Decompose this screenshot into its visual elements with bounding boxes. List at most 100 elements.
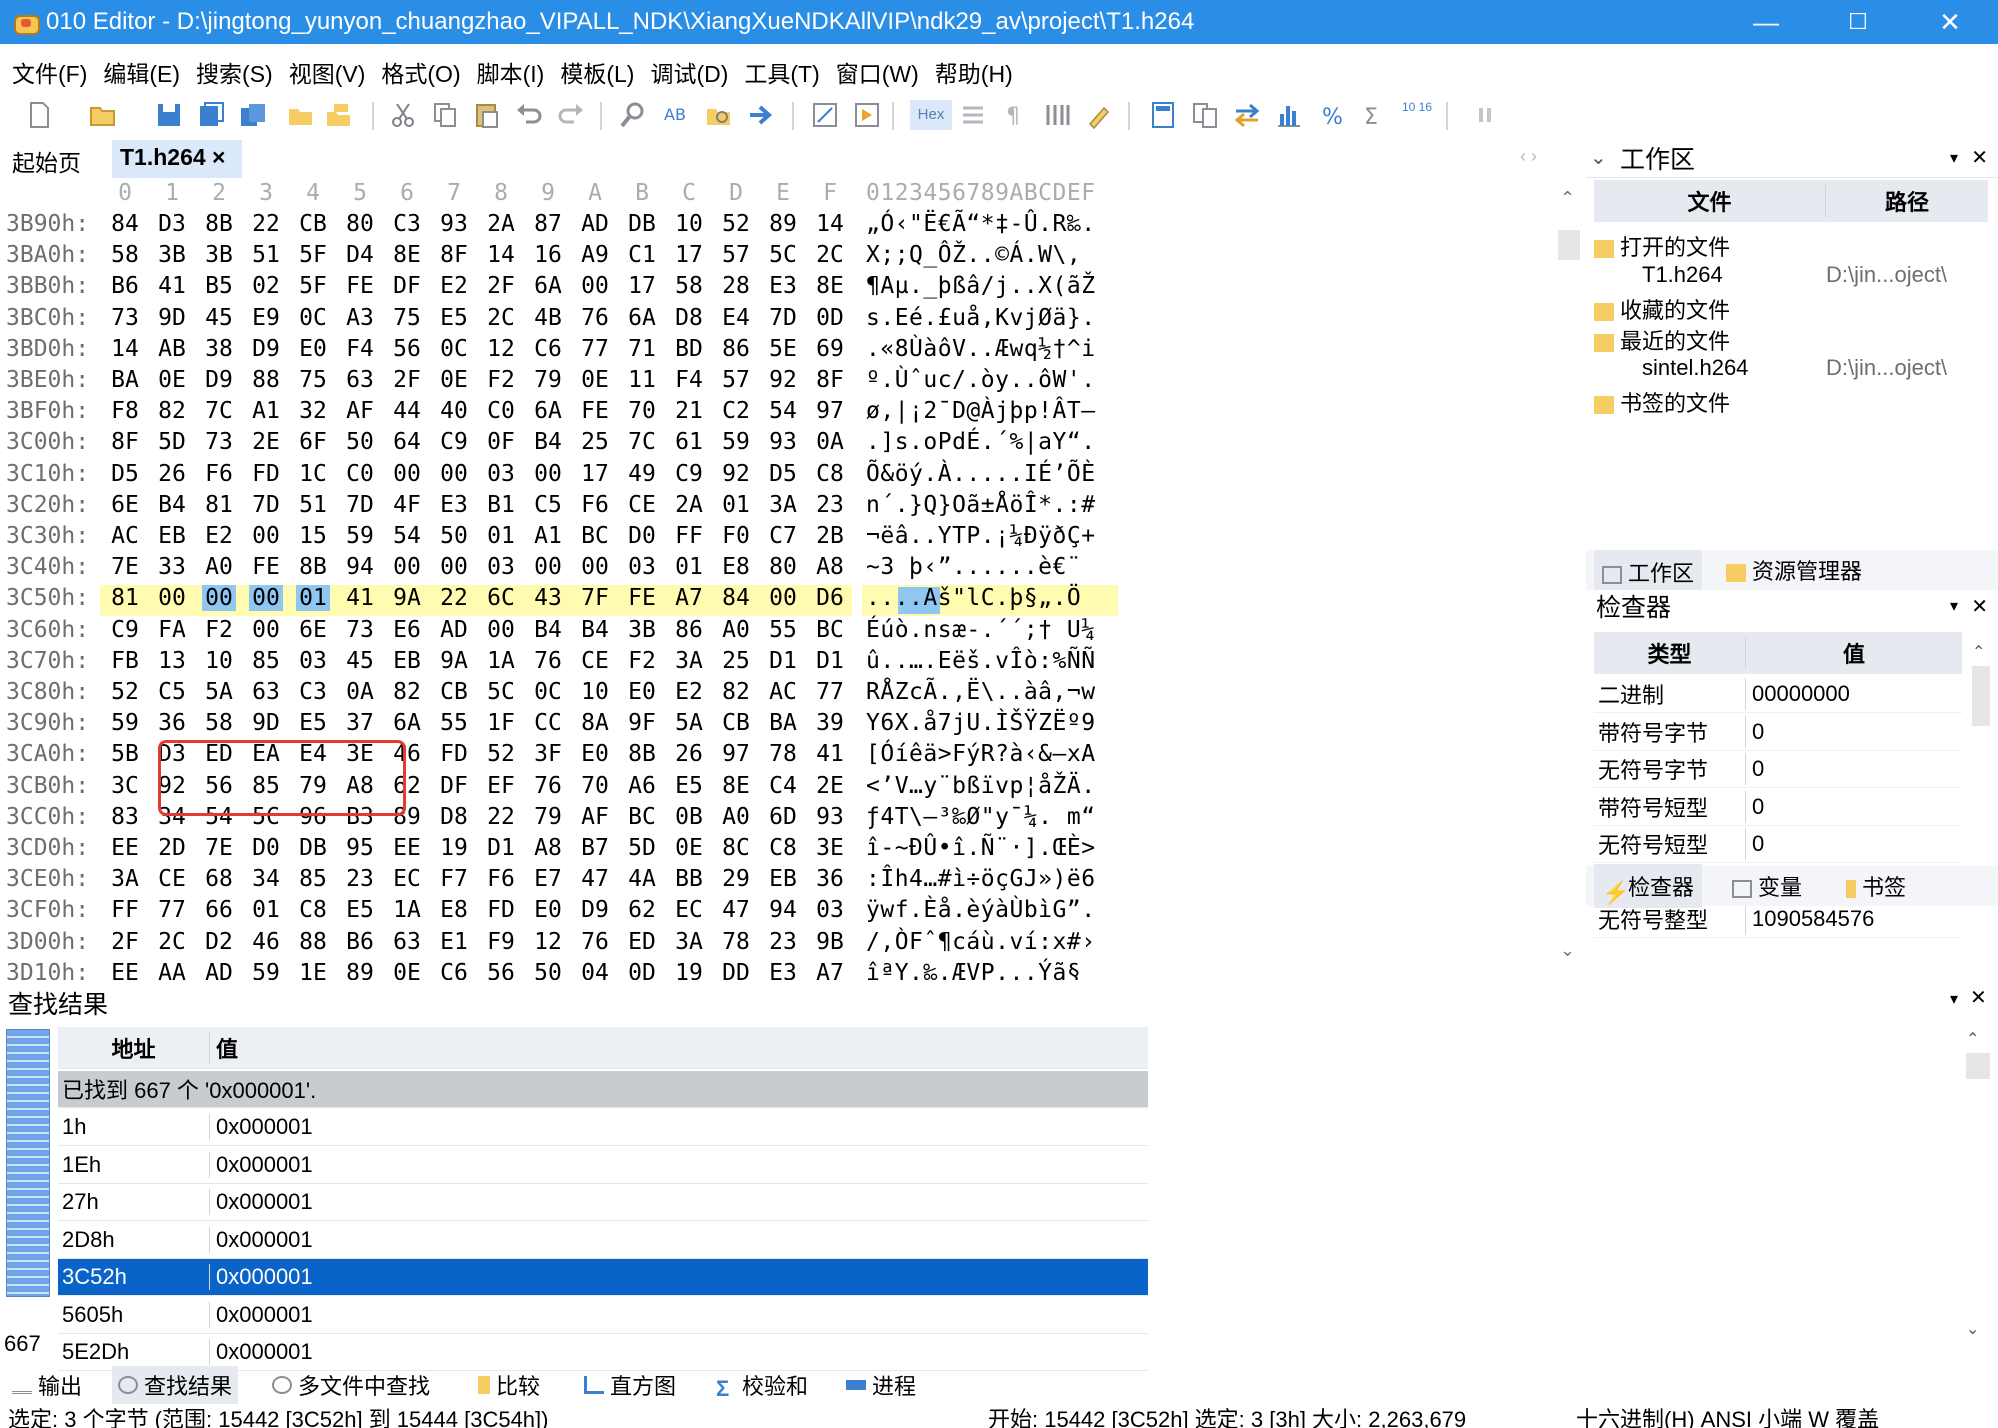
menu-edit[interactable]: 编辑(E) xyxy=(99,55,192,89)
hex-byte[interactable]: 3A xyxy=(672,648,706,674)
redo-icon[interactable] xyxy=(556,100,586,130)
hex-row[interactable]: 3C00h: 8F 5D 73 2E 6F 50 64 C9 0F B4 25 7C 61 59 93 0A.]… xyxy=(0,429,1560,460)
hex-byte[interactable]: A1 xyxy=(531,523,565,549)
hex-byte[interactable]: F7 xyxy=(437,866,471,892)
columns-icon[interactable] xyxy=(1042,100,1072,130)
inspector-row[interactable]: 无符号短型 0 xyxy=(1594,826,1962,863)
hex-byte[interactable]: 49 xyxy=(625,461,659,487)
hex-text[interactable]: „Ó‹"Ë€Ã“*‡-Û.R‰. xyxy=(866,211,1096,237)
hex-byte[interactable]: E2 xyxy=(672,679,706,705)
hex-byte[interactable]: B6 xyxy=(343,929,377,955)
hex-byte[interactable]: 7D xyxy=(766,305,800,331)
hex-byte[interactable]: 69 xyxy=(813,336,847,362)
hex-byte[interactable]: DB xyxy=(296,835,330,861)
hex-row[interactable]: 3C90h: 59 36 58 9D E5 37 6A 55 1F CC 8A 9F 5A CB BA 39 Y6… xyxy=(0,710,1560,741)
hex-row[interactable]: 3BE0h: BA 0E D9 88 75 63 2F 0E F2 79 0E 11 F4 57 92 8F º.… xyxy=(0,367,1560,398)
find-result-row[interactable]: 2D8h 0x000001 xyxy=(58,1222,1148,1259)
hex-byte[interactable]: 12 xyxy=(531,929,565,955)
hex-byte[interactable]: CC xyxy=(531,710,565,736)
hex-byte[interactable]: 1F xyxy=(484,710,518,736)
hex-byte[interactable]: A8 xyxy=(531,835,565,861)
hex-byte[interactable]: E5 xyxy=(672,773,706,799)
hex-byte[interactable]: 78 xyxy=(766,741,800,767)
menu-file[interactable]: 文件(F) xyxy=(8,55,99,89)
hex-byte[interactable]: 63 xyxy=(249,679,283,705)
hex-byte[interactable]: 00 xyxy=(578,554,612,580)
hex-byte[interactable]: 12 xyxy=(484,336,518,362)
hex-byte[interactable]: 75 xyxy=(390,305,424,331)
hex-byte[interactable]: 02 xyxy=(249,273,283,299)
new-file-icon[interactable] xyxy=(24,100,54,130)
tree-recent[interactable]: 最近的文件 xyxy=(1594,324,1730,356)
hex-byte[interactable]: CB xyxy=(719,710,753,736)
hex-byte[interactable]: D4 xyxy=(343,242,377,268)
hex-row[interactable]: 3C60h: C9 FA F2 00 6E 73 E6 AD 00 B4 B4 3B 86 A0 55 BC Éú… xyxy=(0,617,1560,648)
hex-text[interactable]: ¶Aµ._þßâ/j..X(ãŽ xyxy=(866,273,1096,299)
hex-byte[interactable]: 89 xyxy=(343,960,377,980)
hex-byte[interactable]: A0 xyxy=(202,554,236,580)
hex-byte[interactable]: B6 xyxy=(108,273,142,299)
menu-script[interactable]: 脚本(I) xyxy=(473,55,557,89)
hex-byte[interactable]: C3 xyxy=(296,679,330,705)
hex-row[interactable]: 3BD0h: 14 AB 38 D9 E0 F4 56 0C 12 C6 77 71 BD 86 5E 69 .«… xyxy=(0,336,1560,367)
hex-byte[interactable]: 3B xyxy=(155,242,189,268)
minimize-button[interactable]: — xyxy=(1730,0,1802,44)
hex-byte[interactable]: FE xyxy=(625,585,659,611)
hex-byte[interactable]: 4B xyxy=(531,305,565,331)
hex-byte[interactable]: BA xyxy=(766,710,800,736)
hex-byte[interactable]: 0C xyxy=(296,305,330,331)
hex-byte[interactable]: A8 xyxy=(813,554,847,580)
hex-byte[interactable]: 41 xyxy=(813,741,847,767)
hex-byte[interactable]: FA xyxy=(155,617,189,643)
hex-byte[interactable]: 45 xyxy=(343,648,377,674)
hex-byte[interactable]: BC xyxy=(813,617,847,643)
hex-byte[interactable]: 63 xyxy=(390,929,424,955)
paragraph-icon[interactable]: ¶ xyxy=(1000,100,1030,130)
hex-byte[interactable]: 03 xyxy=(813,897,847,923)
hex-byte[interactable]: FB xyxy=(108,648,142,674)
hex-byte[interactable]: EF xyxy=(484,773,518,799)
hex-byte[interactable]: 41 xyxy=(155,273,189,299)
hex-byte[interactable]: 5F xyxy=(296,242,330,268)
hex-byte[interactable]: 5A xyxy=(202,679,236,705)
hex-row[interactable]: 3D00h: 2F 2C D2 46 88 B6 63 E1 F9 12 76 ED 3A 78 23 9B /,… xyxy=(0,929,1560,960)
hex-byte[interactable]: 00 xyxy=(484,617,518,643)
hex-byte[interactable]: 56 xyxy=(484,960,518,980)
hex-row[interactable]: 3C30h: AC EB E2 00 15 59 54 50 01 A1 BC D0 FF F0 C7 2B ¬ë… xyxy=(0,523,1560,554)
tab-checksum[interactable]: Σ 校验和 xyxy=(716,1366,808,1404)
hex-row[interactable]: 3C10h: D5 26 F6 FD 1C C0 00 00 03 00 17 49 C9 92 D5 C8 Õ&… xyxy=(0,461,1560,492)
hex-byte[interactable]: 3E xyxy=(813,835,847,861)
hex-byte[interactable]: AD xyxy=(202,960,236,980)
hex-byte[interactable]: 00 xyxy=(437,461,471,487)
hex-row[interactable]: 3B90h: 84 D3 8B 22 CB 80 C3 93 2A 87 AD DB 10 52 89 14 „Ó… xyxy=(0,211,1560,242)
hex-byte[interactable]: 34 xyxy=(249,866,283,892)
panel-close-icon[interactable]: ✕ xyxy=(1971,594,1988,619)
hex-byte[interactable]: 82 xyxy=(719,679,753,705)
hex-byte[interactable]: 70 xyxy=(578,773,612,799)
open-folder-icon[interactable] xyxy=(88,100,118,130)
hex-byte[interactable]: 7E xyxy=(108,554,142,580)
calculator-icon[interactable] xyxy=(1148,100,1178,130)
hex-byte[interactable]: 40 xyxy=(437,398,471,424)
hex-byte[interactable]: FE xyxy=(578,398,612,424)
col-type[interactable]: 类型 xyxy=(1594,637,1746,669)
find-scrollbar[interactable]: ⌃ ⌄ xyxy=(1966,1029,1994,1349)
hex-byte[interactable]: 0E xyxy=(578,367,612,393)
hex-byte[interactable]: E6 xyxy=(390,617,424,643)
hex-byte[interactable]: 43 xyxy=(531,585,565,611)
menu-search[interactable]: 搜索(S) xyxy=(192,55,285,89)
tab-t1-h264[interactable]: T1.h264 × xyxy=(112,140,242,178)
hex-byte[interactable]: 5C xyxy=(766,242,800,268)
hex-byte[interactable]: 2D xyxy=(155,835,189,861)
hex-row[interactable]: 3C20h: 6E B4 81 7D 51 7D 4F E3 B1 C5 F6 CE 2A 01 3A 23 n´… xyxy=(0,492,1560,523)
hex-byte[interactable]: 01 xyxy=(484,523,518,549)
hex-byte[interactable]: 97 xyxy=(813,398,847,424)
hex-row[interactable]: 3CF0h: FF 77 66 01 C8 E5 1A E8 FD E0 D9 62 EC 47 94 03 ÿw… xyxy=(0,897,1560,928)
hex-byte[interactable]: E4 xyxy=(719,305,753,331)
menu-view[interactable]: 视图(V) xyxy=(285,55,378,89)
hex-byte[interactable]: A7 xyxy=(813,960,847,980)
col-value[interactable]: 值 xyxy=(1746,637,1962,669)
hex-byte[interactable]: E0 xyxy=(296,336,330,362)
hex-byte[interactable]: F9 xyxy=(484,929,518,955)
tab-histogram[interactable]: 直方图 xyxy=(584,1366,676,1404)
